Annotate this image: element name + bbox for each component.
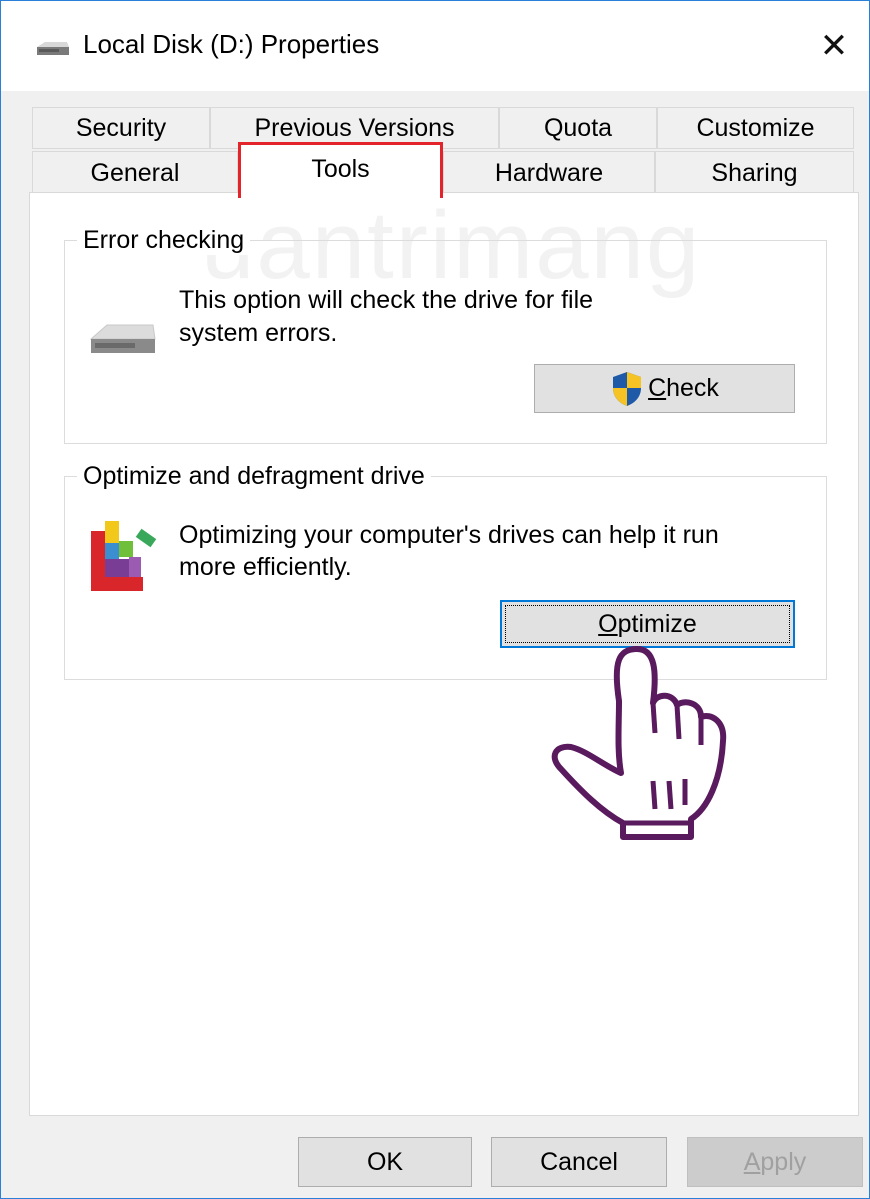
close-button[interactable]: ✕ [799, 1, 869, 91]
properties-dialog: Local Disk (D:) Properties ✕ Security Pr… [0, 0, 870, 1199]
tab-label: Quota [543, 113, 613, 142]
tab-general[interactable]: General [32, 151, 238, 195]
tab-label: Previous Versions [254, 113, 455, 142]
ok-button[interactable]: OK [298, 1137, 472, 1187]
apply-button-label: pply [760, 1147, 807, 1176]
drive-icon [37, 42, 69, 55]
tab-tools[interactable]: Tools [238, 142, 443, 198]
check-button-mnemonic: C [648, 374, 667, 402]
window-title: Local Disk (D:) Properties [83, 29, 380, 59]
cancel-button[interactable]: Cancel [491, 1137, 667, 1187]
tab-label: Hardware [494, 158, 604, 187]
tab-security[interactable]: Security [32, 107, 210, 149]
error-checking-title: Error checking [77, 226, 251, 255]
close-icon: ✕ [819, 27, 849, 65]
apply-button[interactable]: Apply [687, 1137, 863, 1187]
check-button[interactable]: Check [534, 364, 795, 413]
tab-quota[interactable]: Quota [499, 107, 657, 149]
tab-label: Customize [696, 113, 815, 142]
tab-sharing[interactable]: Sharing [655, 151, 854, 195]
tab-label: General [90, 158, 180, 187]
drive-icon [89, 324, 156, 353]
pointing-hand-icon [551, 646, 727, 840]
tab-label: Tools [311, 155, 370, 183]
optimize-description-line2: more efficiently. [179, 553, 352, 581]
tab-label: Security [75, 113, 167, 142]
defrag-icon [91, 521, 157, 591]
error-checking-description-line1: This option will check the drive for fil… [179, 286, 594, 314]
tab-customize[interactable]: Customize [657, 107, 854, 149]
tab-hardware[interactable]: Hardware [443, 151, 655, 195]
uac-shield-icon [613, 371, 642, 406]
check-button-label: heck [666, 374, 719, 402]
focus-rectangle [505, 605, 790, 643]
ok-button-label: OK [366, 1147, 404, 1176]
optimize-title: Optimize and defragment drive [77, 462, 431, 491]
optimize-description-line1: Optimizing your computer's drives can he… [179, 521, 719, 549]
apply-button-mnemonic: A [743, 1147, 761, 1176]
tab-label: Sharing [711, 158, 798, 187]
title-bar: Local Disk (D:) Properties ✕ [1, 1, 869, 91]
cancel-button-label: Cancel [540, 1147, 618, 1176]
error-checking-description-line2: system errors. [179, 319, 338, 347]
